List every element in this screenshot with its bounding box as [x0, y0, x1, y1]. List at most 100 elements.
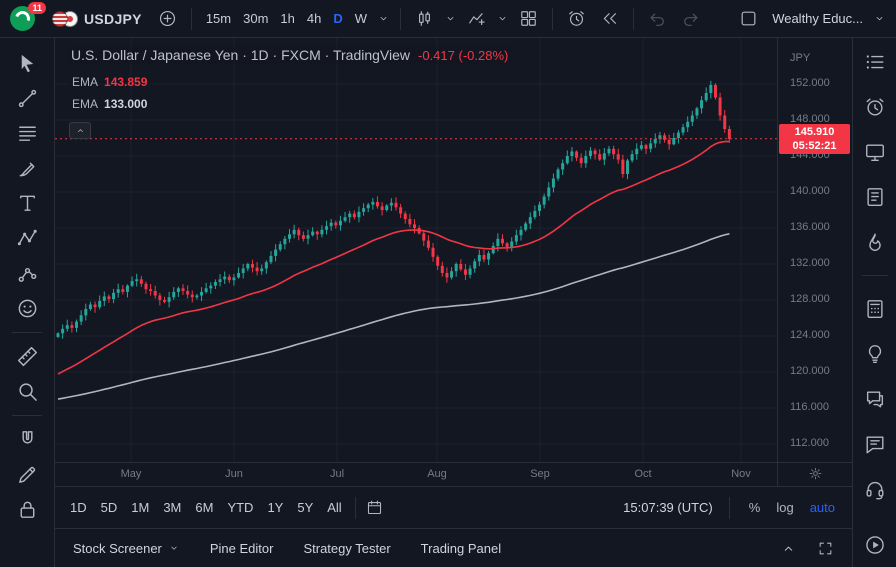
forecast-tool[interactable] — [8, 256, 46, 291]
xabcd-pattern-tool[interactable] — [8, 221, 46, 256]
price-tick: 124.000 — [790, 329, 830, 341]
price-tick: 140.000 — [790, 185, 830, 197]
interval-1h[interactable]: 1h — [274, 7, 300, 30]
range-6M[interactable]: 6M — [188, 496, 220, 519]
toolbar-separator — [862, 275, 888, 276]
support-button[interactable] — [860, 477, 890, 501]
pine-editor-tab[interactable]: Pine Editor — [210, 541, 274, 556]
interval-D[interactable]: D — [327, 7, 348, 30]
strategy-tester-tab[interactable]: Strategy Tester — [303, 541, 390, 556]
plus-circle-icon — [158, 9, 177, 28]
toolbar-divider — [400, 8, 401, 30]
bar-countdown: 05:52:21 — [779, 139, 850, 153]
interval-30m[interactable]: 30m — [237, 7, 274, 30]
interval-4h[interactable]: 4h — [301, 7, 327, 30]
layout-select-button[interactable] — [733, 5, 764, 32]
chart-pane[interactable]: U.S. Dollar / Japanese Yen · 1D · FXCM ·… — [55, 38, 852, 486]
layout-menu-button[interactable] — [871, 8, 888, 29]
stock-screener-tab[interactable]: Stock Screener — [73, 541, 180, 556]
redo-button[interactable] — [675, 5, 706, 32]
candles-icon — [415, 9, 434, 28]
indicator-value: 143.859 — [104, 75, 147, 89]
interval-W[interactable]: W — [349, 7, 373, 30]
indicators-button[interactable] — [461, 5, 492, 32]
alarm-clock-icon — [567, 9, 586, 28]
draw-tool[interactable] — [8, 457, 46, 492]
candlestick-chart[interactable] — [55, 38, 777, 462]
replay-button[interactable] — [594, 5, 625, 32]
time-axis[interactable]: MayJunJulAugSepOctNov — [55, 462, 777, 486]
text-tool-tool[interactable] — [8, 186, 46, 221]
alert-button[interactable] — [561, 5, 592, 32]
screener-icon — [864, 298, 886, 320]
range-5Y[interactable]: 5Y — [290, 496, 320, 519]
clock[interactable]: 15:07:39 (UTC) — [623, 500, 713, 515]
auto-scale-toggle[interactable]: auto — [807, 498, 838, 517]
axis-settings-corner[interactable] — [777, 462, 852, 486]
main-area: U.S. Dollar / Japanese Yen · 1D · FXCM ·… — [55, 38, 852, 567]
zoom-tool[interactable] — [8, 374, 46, 409]
range-All[interactable]: All — [320, 496, 348, 519]
intervals-expand-button[interactable] — [375, 8, 392, 29]
brush-tool[interactable] — [8, 151, 46, 186]
ideas-button[interactable] — [860, 230, 890, 254]
cursor-tool[interactable] — [8, 46, 46, 81]
layout-grid-button[interactable] — [513, 5, 544, 32]
price-axis[interactable]: JPY 152.000148.000144.000140.000136.0001… — [777, 38, 852, 462]
add-symbol-button[interactable] — [152, 5, 183, 32]
panel-collapse-button[interactable] — [780, 540, 797, 557]
cursor-icon — [16, 52, 39, 75]
screener-button[interactable] — [860, 297, 890, 321]
magnet-tool[interactable] — [8, 422, 46, 457]
notebook-button[interactable] — [860, 185, 890, 209]
percent-scale-toggle[interactable]: % — [746, 498, 764, 517]
indicator-templates-button[interactable] — [494, 8, 511, 29]
notification-badge: 11 — [28, 2, 46, 14]
chart-type-expand-button[interactable] — [442, 8, 459, 29]
messages-button[interactable] — [860, 432, 890, 456]
watchlist-button[interactable] — [860, 50, 890, 74]
play-circle-button[interactable] — [860, 533, 890, 557]
us-flag-icon — [52, 11, 68, 27]
panel-fullscreen-button[interactable] — [817, 540, 834, 557]
trading-panel-tab[interactable]: Trading Panel — [421, 541, 501, 556]
chart-type-button[interactable] — [409, 5, 440, 32]
indicator-row[interactable]: EMA133.000 — [67, 96, 152, 112]
log-scale-toggle[interactable]: log — [773, 498, 796, 517]
chats-button[interactable] — [860, 387, 890, 411]
range-buttons: 1D5D1M3M6MYTD1Y5YAll — [63, 496, 349, 519]
chart-legend-title[interactable]: U.S. Dollar / Japanese Yen · 1D · FXCM ·… — [67, 46, 512, 64]
range-5D[interactable]: 5D — [94, 496, 125, 519]
trend-line-tool[interactable] — [8, 81, 46, 116]
indicators-icon — [467, 9, 486, 28]
toolbar-divider — [355, 497, 356, 519]
chart-settings-button[interactable] — [808, 466, 823, 484]
range-1M[interactable]: 1M — [124, 496, 156, 519]
lock-tool[interactable] — [8, 492, 46, 527]
ruler-tool[interactable] — [8, 339, 46, 374]
lightbulb-button[interactable] — [860, 342, 890, 366]
notebook-icon — [864, 186, 886, 208]
toolbar-divider — [191, 8, 192, 30]
emoji-tool[interactable] — [8, 291, 46, 326]
alarm-clock-button[interactable] — [860, 95, 890, 119]
app-logo[interactable]: 11 — [8, 5, 42, 33]
interval-15m[interactable]: 15m — [200, 7, 237, 30]
fib-retracement-tool[interactable] — [8, 116, 46, 151]
undo-button[interactable] — [642, 5, 673, 32]
chevron-down-icon — [873, 12, 886, 25]
zoom-icon — [16, 380, 39, 403]
news-button[interactable] — [860, 140, 890, 164]
symbol-search-button[interactable]: USDJPY — [44, 8, 150, 30]
layout-name-button[interactable]: Wealthy Educ... — [766, 7, 869, 30]
pane-collapse-button[interactable] — [69, 122, 91, 139]
range-YTD[interactable]: YTD — [220, 496, 260, 519]
go-to-date-button[interactable] — [362, 495, 387, 520]
indicator-row[interactable]: EMA143.859 — [67, 74, 152, 90]
interval-group: 15m30m1h4hDW — [200, 7, 373, 30]
bottom-panel-right — [780, 540, 834, 557]
range-1D[interactable]: 1D — [63, 496, 94, 519]
range-1Y[interactable]: 1Y — [260, 496, 290, 519]
range-3M[interactable]: 3M — [156, 496, 188, 519]
fib-retracement-icon — [16, 122, 39, 145]
